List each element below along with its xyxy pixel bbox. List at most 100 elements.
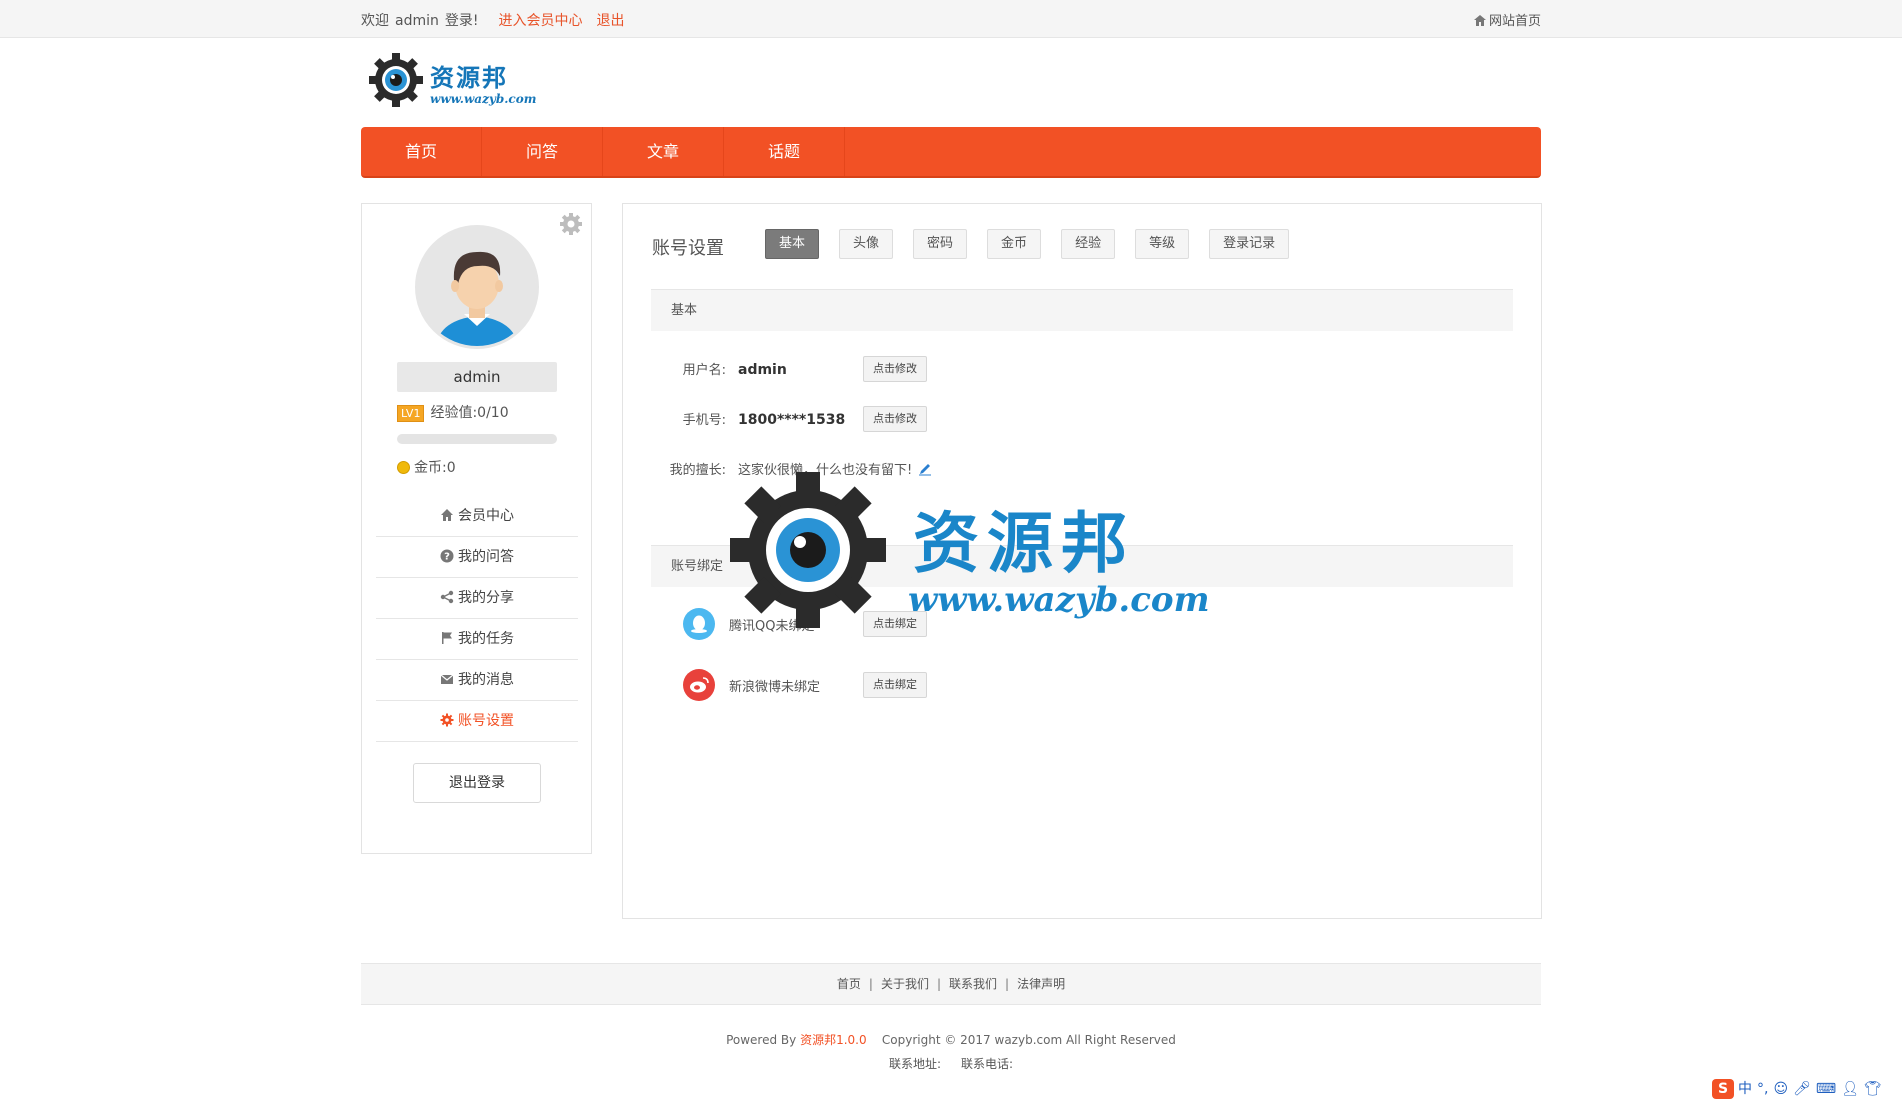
- home-icon: [440, 498, 454, 521]
- footer-link-home[interactable]: 首页: [837, 977, 861, 991]
- coin-label: 金币:0: [414, 460, 456, 476]
- footer-link-legal[interactable]: 法律声明: [1017, 977, 1065, 991]
- gear-icon: [440, 703, 454, 727]
- edit-phone-button[interactable]: 点击修改: [863, 406, 927, 432]
- nav-item-articles[interactable]: 文章: [603, 127, 724, 176]
- home-icon: [1473, 15, 1486, 26]
- welcome-area: 欢迎 admin 登录! 进入会员中心 退出: [361, 10, 625, 30]
- bind-weibo-button[interactable]: 点击绑定: [863, 672, 927, 698]
- sidebar-item-my-tasks[interactable]: 我的任务: [376, 619, 578, 660]
- phone-label: 手机号:: [682, 413, 726, 428]
- coin-row: 金币:0: [397, 457, 456, 477]
- ime-logo-icon[interactable]: S: [1712, 1079, 1734, 1099]
- ime-language[interactable]: 中: [1738, 1081, 1752, 1097]
- site-home-label: 网站首页: [1488, 14, 1541, 29]
- footer-separator: |: [1005, 977, 1010, 991]
- sidebar-item-label: 账号设置: [458, 713, 514, 729]
- settings-gear-icon[interactable]: [559, 212, 583, 236]
- bio-row: 我的擅长: 这家伙很懒，什么也没有留下!: [651, 459, 932, 478]
- ime-punctuation[interactable]: °,: [1757, 1081, 1768, 1097]
- site-home-link[interactable]: 网站首页: [1473, 10, 1541, 29]
- sidebar-item-my-questions[interactable]: ? 我的问答: [376, 537, 578, 578]
- top-bar: 欢迎 admin 登录! 进入会员中心 退出 网站首页: [0, 0, 1902, 38]
- sidebar-item-label: 我的任务: [458, 631, 514, 647]
- sidebar-item-my-messages[interactable]: 我的消息: [376, 660, 578, 701]
- sidebar-item-label: 会员中心: [458, 508, 514, 524]
- logout-button[interactable]: 退出登录: [413, 763, 541, 803]
- weibo-icon: [683, 669, 715, 701]
- pencil-icon[interactable]: [918, 462, 932, 476]
- user-icon[interactable]: 👤︎: [1841, 1081, 1859, 1097]
- basic-section-heading: 基本: [651, 289, 1513, 331]
- logo-name: 资源邦: [430, 63, 508, 92]
- share-icon: [440, 580, 454, 604]
- tab-login-history[interactable]: 登录记录: [1209, 229, 1290, 259]
- sidebar-item-account-settings[interactable]: 账号设置: [376, 701, 578, 742]
- nav-item-topics[interactable]: 话题: [724, 127, 845, 176]
- phone-value: 1800****1538: [738, 412, 846, 428]
- tab-avatar[interactable]: 头像: [839, 229, 894, 259]
- sidebar-item-label: 我的消息: [458, 672, 514, 688]
- settings-tabs: 基本 头像 密码 金币 经验 等级 登录记录: [765, 229, 1309, 259]
- edit-username-button[interactable]: 点击修改: [863, 356, 927, 382]
- nav-item-home[interactable]: 首页: [361, 127, 482, 176]
- bio-value: 这家伙很懒，什么也没有留下!: [738, 463, 913, 478]
- tab-password[interactable]: 密码: [913, 229, 968, 259]
- phone-row: 手机号: 1800****1538: [651, 409, 846, 428]
- footer-separator: |: [868, 977, 873, 991]
- nav-item-qa[interactable]: 问答: [482, 127, 603, 176]
- page-title: 账号设置: [652, 238, 724, 259]
- main-nav: 首页 问答 文章 话题: [361, 127, 1541, 178]
- tab-basic[interactable]: 基本: [765, 229, 820, 259]
- logout-link[interactable]: 退出: [597, 13, 625, 29]
- welcome-username: admin: [395, 13, 439, 29]
- username-row: 用户名: admin: [651, 359, 787, 378]
- qq-icon: [683, 608, 715, 640]
- exp-progress-bar: [397, 434, 557, 444]
- welcome-text: 欢迎: [361, 13, 389, 29]
- logo-gear-icon: [369, 53, 423, 107]
- username-value: admin: [738, 362, 787, 378]
- binding-section-heading: 账号绑定: [651, 545, 1513, 587]
- sidebar-username: admin: [397, 362, 557, 392]
- sidebar-item-label: 我的分享: [458, 590, 514, 606]
- bind-qq-button[interactable]: 点击绑定: [863, 611, 927, 637]
- microphone-icon[interactable]: 🎤︎: [1793, 1081, 1811, 1097]
- qq-binding-row: 腾讯QQ未绑定: [683, 608, 814, 640]
- sidebar-item-my-shares[interactable]: 我的分享: [376, 578, 578, 619]
- footer-copyright: Powered By 资源邦1.0.0 Copyright © 2017 waz…: [361, 1031, 1541, 1048]
- weibo-binding-row: 新浪微博未绑定: [683, 669, 820, 701]
- tab-coins[interactable]: 金币: [987, 229, 1042, 259]
- site-logo[interactable]: 资源邦 www.wazyb.com: [368, 52, 536, 110]
- level-row: LV1 经验值:0/10: [397, 402, 509, 422]
- bio-label: 我的擅长:: [669, 463, 726, 478]
- footer-link-contact[interactable]: 联系我们: [949, 977, 997, 991]
- username-label: 用户名:: [682, 363, 726, 378]
- logo-url: www.wazyb.com: [430, 92, 537, 106]
- footer-separator: |: [936, 977, 942, 991]
- sidebar-item-member-center[interactable]: 会员中心: [376, 496, 578, 537]
- login-suffix: 登录!: [444, 13, 479, 29]
- ime-toolbar[interactable]: S 中 °, ☺ 🎤︎ ⌨ 👤︎ 👕︎: [1712, 1078, 1887, 1100]
- member-center-link[interactable]: 进入会员中心: [499, 13, 583, 29]
- copyright-text: Copyright © 2017 wazyb.com All Right Res…: [881, 1033, 1176, 1047]
- sidebar-menu: 会员中心 ? 我的问答 我的分享 我的任务 我的消息 账号设置: [376, 496, 578, 742]
- avatar[interactable]: [415, 225, 539, 349]
- footer-link-about[interactable]: 关于我们: [881, 977, 929, 991]
- weibo-binding-status: 新浪微博未绑定: [729, 679, 821, 695]
- exp-label: 经验值:0/10: [430, 405, 509, 421]
- footer-links: 首页 | 关于我们 | 联系我们 | 法律声明: [361, 963, 1541, 1005]
- coin-icon: [397, 461, 410, 474]
- tab-level[interactable]: 等级: [1135, 229, 1190, 259]
- powered-by-brand[interactable]: 资源邦1.0.0: [800, 1033, 867, 1047]
- level-badge: LV1: [397, 405, 425, 422]
- powered-by: Powered By: [726, 1033, 797, 1047]
- keyboard-icon[interactable]: ⌨: [1816, 1081, 1836, 1097]
- contact-address-label: 联系地址:: [888, 1057, 941, 1071]
- shirt-icon[interactable]: 👕︎: [1864, 1081, 1882, 1097]
- question-icon: ?: [440, 539, 454, 563]
- user-sidebar: admin LV1 经验值:0/10 金币:0 会员中心 ? 我的问答 我的分享 我…: [361, 203, 592, 854]
- tab-experience[interactable]: 经验: [1061, 229, 1116, 259]
- account-settings-panel: 账号设置 基本 头像 密码 金币 经验 等级 登录记录 基本 用户名: admin…: [622, 203, 1542, 919]
- emoji-icon[interactable]: ☺: [1773, 1081, 1788, 1097]
